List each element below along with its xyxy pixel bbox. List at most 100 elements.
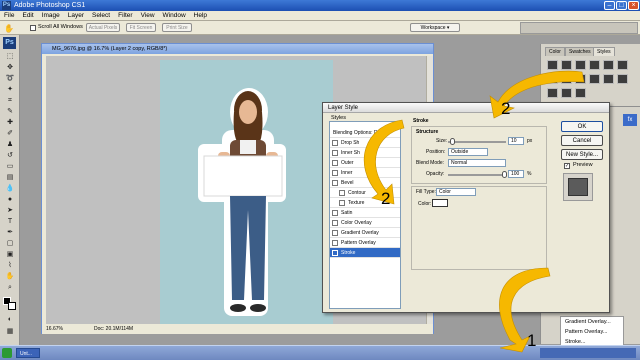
gradient-tool-icon[interactable]: ▤ <box>5 173 15 182</box>
style-swatch[interactable] <box>617 74 628 84</box>
style-swatch[interactable] <box>575 60 586 70</box>
menu-edit[interactable]: Edit <box>18 11 37 19</box>
menu-layer[interactable]: Layer <box>64 11 88 19</box>
brush-tool-icon[interactable]: ✐ <box>5 129 15 138</box>
stamp-tool-icon[interactable]: ♟ <box>5 140 15 149</box>
menu-item-pattern-overlay[interactable]: Pattern Overlay... <box>565 329 607 335</box>
checkbox[interactable] <box>332 140 338 146</box>
size-input[interactable]: 10 <box>508 137 524 145</box>
blur-tool-icon[interactable]: 💧 <box>5 184 15 193</box>
style-swatch[interactable] <box>617 60 628 70</box>
lasso-tool-icon[interactable]: ➰ <box>5 74 15 83</box>
opacity-slider-thumb[interactable] <box>502 171 507 178</box>
stroke-color-swatch[interactable] <box>432 199 448 207</box>
menu-select[interactable]: Select <box>88 11 114 19</box>
menu-window[interactable]: Window <box>159 11 190 19</box>
checkbox[interactable] <box>332 230 338 236</box>
list-item-contour[interactable]: Contour <box>330 188 400 198</box>
size-slider-thumb[interactable] <box>450 138 455 145</box>
checkbox[interactable] <box>339 190 345 196</box>
crop-tool-icon[interactable]: ⌗ <box>5 96 15 105</box>
checkbox[interactable] <box>332 150 338 156</box>
zoom-tool-icon[interactable]: ⌕ <box>5 283 15 292</box>
style-swatch[interactable] <box>547 74 558 84</box>
list-item-color-overlay[interactable]: Color Overlay <box>330 218 400 228</box>
list-item-satin[interactable]: Satin <box>330 208 400 218</box>
checkbox[interactable] <box>332 160 338 166</box>
blend-mode-select[interactable]: Normal <box>448 159 506 167</box>
opacity-input[interactable]: 100 <box>508 170 524 178</box>
cancel-button[interactable]: Cancel <box>561 135 603 146</box>
style-swatch[interactable] <box>603 60 614 70</box>
dodge-tool-icon[interactable]: ● <box>5 195 15 204</box>
menu-file[interactable]: File <box>0 11 18 19</box>
eraser-tool-icon[interactable]: ▭ <box>5 162 15 171</box>
list-item-gradient-overlay[interactable]: Gradient Overlay <box>330 228 400 238</box>
type-tool-icon[interactable]: T <box>5 217 15 226</box>
history-brush-icon[interactable]: ↺ <box>5 151 15 160</box>
menu-filter[interactable]: Filter <box>114 11 136 19</box>
style-swatch[interactable] <box>589 74 600 84</box>
background-color-swatch[interactable] <box>8 302 16 310</box>
healing-brush-icon[interactable]: ✚ <box>5 118 15 127</box>
ok-button[interactable]: OK <box>561 121 603 132</box>
move-tool-icon[interactable]: ✥ <box>5 63 15 72</box>
checkbox[interactable] <box>332 210 338 216</box>
checkbox[interactable] <box>332 220 338 226</box>
marquee-tool-icon[interactable]: ⬚ <box>5 52 15 61</box>
shape-tool-icon[interactable]: ▢ <box>5 239 15 248</box>
slice-tool-icon[interactable]: ✎ <box>5 107 15 116</box>
maximize-button[interactable]: □ <box>616 1 627 10</box>
actual-pixels-button[interactable]: Actual Pixels <box>86 23 120 32</box>
fill-type-select[interactable]: Color <box>436 188 476 196</box>
quick-mask-icon[interactable]: ◐ <box>5 315 15 324</box>
menu-image[interactable]: Image <box>38 11 64 19</box>
menu-help[interactable]: Help <box>190 11 211 19</box>
checkbox[interactable] <box>332 170 338 176</box>
eyedropper-icon[interactable]: ⌇ <box>5 261 15 270</box>
workspace-button[interactable]: Workspace ▾ <box>410 23 460 32</box>
zoom-level[interactable]: 16.67% <box>46 325 63 334</box>
list-item-inner-glow[interactable]: Inner <box>330 168 400 178</box>
style-swatch[interactable] <box>561 74 572 84</box>
pen-tool-icon[interactable]: ✒ <box>5 228 15 237</box>
style-swatch[interactable] <box>547 60 558 70</box>
checkbox[interactable] <box>332 240 338 246</box>
list-item-bevel-emboss[interactable]: Bevel <box>330 178 400 188</box>
fx-icon[interactable]: fx <box>623 114 637 126</box>
tab-swatches[interactable]: Swatches <box>565 47 595 56</box>
list-item-inner-shadow[interactable]: Inner Sh <box>330 148 400 158</box>
style-swatch[interactable] <box>561 88 572 98</box>
style-swatch[interactable] <box>561 60 572 70</box>
minimize-button[interactable]: – <box>604 1 615 10</box>
path-select-icon[interactable]: ➤ <box>5 206 15 215</box>
notes-tool-icon[interactable]: ▣ <box>5 250 15 259</box>
style-swatch[interactable] <box>575 74 586 84</box>
new-style-button[interactable]: New Style... <box>561 149 603 160</box>
list-item-outer-glow[interactable]: Outer <box>330 158 400 168</box>
style-swatch[interactable] <box>575 88 586 98</box>
scroll-all-checkbox[interactable] <box>30 25 36 31</box>
checkbox[interactable] <box>332 180 338 186</box>
opacity-slider[interactable] <box>448 174 506 176</box>
screen-mode-icon[interactable]: ▦ <box>5 327 15 336</box>
list-item-drop-shadow[interactable]: Drop Sh <box>330 138 400 148</box>
preview-checkbox[interactable]: ✓ <box>564 163 570 169</box>
print-size-button[interactable]: Print Size <box>162 23 192 32</box>
hand-tool-icon[interactable]: ✋ <box>5 272 15 281</box>
size-slider[interactable] <box>448 141 506 143</box>
photo-canvas[interactable] <box>160 60 333 324</box>
list-item-texture[interactable]: Texture <box>330 198 400 208</box>
menu-view[interactable]: View <box>137 11 159 19</box>
taskbar-item[interactable]: Unt... <box>16 348 40 358</box>
checkbox[interactable] <box>339 200 345 206</box>
magic-wand-icon[interactable]: ✦ <box>5 85 15 94</box>
style-swatch[interactable] <box>547 88 558 98</box>
list-item-stroke[interactable]: Stroke <box>330 248 400 258</box>
fit-screen-button[interactable]: Fit Screen <box>126 23 156 32</box>
position-select[interactable]: Outside <box>448 148 488 156</box>
close-button[interactable]: × <box>628 1 639 10</box>
style-swatch[interactable] <box>603 74 614 84</box>
tab-styles[interactable]: Styles <box>593 47 615 56</box>
list-item-pattern-overlay[interactable]: Pattern Overlay <box>330 238 400 248</box>
